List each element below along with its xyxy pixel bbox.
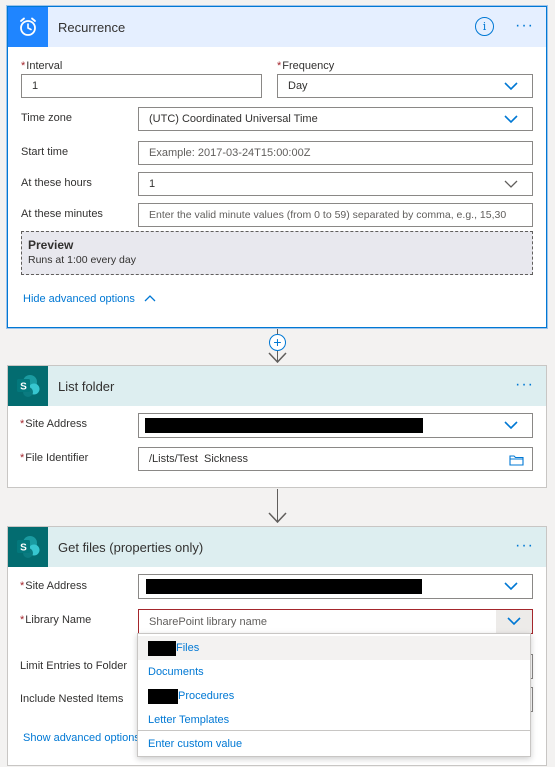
redacted-value [148, 640, 176, 656]
list-folder-title: List folder [58, 378, 115, 394]
dropdown-option[interactable]: Letter Templates [138, 708, 530, 732]
get-files-title: Get files (properties only) [58, 539, 204, 555]
hours-label: At these hours [21, 177, 92, 189]
minutes-input[interactable]: Enter the valid minute values (from 0 to… [138, 203, 533, 227]
enter-custom-value-option[interactable]: Enter custom value [138, 732, 530, 756]
chevron-down-icon[interactable] [504, 114, 518, 124]
divider [138, 730, 530, 731]
add-step-icon[interactable]: + [269, 334, 286, 351]
library-name-placeholder: SharePoint library name [149, 615, 268, 628]
chevron-down-icon[interactable] [504, 179, 518, 189]
dropdown-option[interactable]: Procedures [138, 684, 530, 708]
preview-body: Runs at 1:00 every day [28, 254, 136, 266]
info-icon[interactable]: i [475, 17, 494, 36]
recurrence-card[interactable]: Recurrence i ··· *Interval 1 *Frequency … [7, 6, 547, 328]
minutes-placeholder: Enter the valid minute values (from 0 to… [149, 209, 507, 221]
minutes-label: At these minutes [21, 208, 103, 220]
library-name-select[interactable]: SharePoint library name [138, 609, 533, 634]
dropdown-option[interactable]: Files [138, 636, 530, 660]
timezone-label: Time zone [21, 112, 72, 124]
redacted-value [146, 579, 422, 594]
arrow-down-icon [268, 352, 287, 364]
redacted-value [145, 418, 423, 433]
timezone-select[interactable]: (UTC) Coordinated Universal Time [138, 107, 533, 131]
sharepoint-icon: S [8, 527, 48, 567]
list-folder-card[interactable]: S List folder ··· *Site Address *File Id… [7, 365, 547, 488]
preview-title: Preview [28, 238, 74, 252]
sharepoint-icon: S [8, 366, 48, 406]
library-name-label: *Library Name [20, 614, 92, 626]
more-options-icon[interactable]: ··· [515, 17, 534, 35]
include-nested-label: Include Nested Items [20, 693, 124, 705]
start-time-input[interactable]: Example: 2017-03-24T15:00:00Z [138, 141, 533, 165]
start-time-placeholder: Example: 2017-03-24T15:00:00Z [149, 147, 311, 159]
chevron-down-icon[interactable] [504, 581, 518, 591]
interval-value: 1 [32, 80, 39, 92]
file-identifier-label: *File Identifier [20, 452, 89, 464]
limit-entries-label: Limit Entries to Folder [20, 660, 127, 672]
svg-text:S: S [20, 543, 27, 554]
site-address-label: *Site Address [20, 418, 88, 430]
site-address-select[interactable] [138, 574, 533, 599]
more-options-icon[interactable]: ··· [515, 537, 534, 555]
hours-value: 1 [149, 178, 156, 190]
recurrence-title: Recurrence [58, 19, 126, 35]
file-identifier-value: /Lists/Test Sickness [149, 453, 249, 465]
site-address-label: *Site Address [20, 580, 88, 592]
chevron-down-icon[interactable] [504, 81, 518, 91]
frequency-select[interactable]: Day [277, 74, 533, 98]
timezone-value: (UTC) Coordinated Universal Time [149, 113, 318, 125]
preview-box: Preview Runs at 1:00 every day [21, 231, 533, 275]
list-folder-header[interactable]: S List folder ··· [8, 366, 546, 406]
hide-advanced-options-link[interactable]: Hide advanced options [23, 293, 156, 305]
interval-input[interactable]: 1 [21, 74, 262, 98]
chevron-down-icon[interactable] [507, 616, 521, 626]
start-time-label: Start time [21, 146, 69, 158]
site-address-select[interactable] [138, 413, 533, 438]
chevron-up-icon [144, 295, 156, 302]
svg-text:S: S [20, 382, 27, 393]
show-advanced-options-link[interactable]: Show advanced options [23, 732, 140, 744]
library-name-dropdown[interactable]: Files Documents Procedures Letter Templa… [137, 633, 531, 757]
alarm-clock-icon [8, 7, 48, 47]
recurrence-header[interactable]: Recurrence i ··· [8, 7, 546, 47]
folder-icon[interactable] [509, 454, 524, 466]
dropdown-option[interactable]: Documents [138, 660, 530, 684]
frequency-label: *Frequency [277, 60, 335, 72]
arrow-down-icon [268, 512, 287, 524]
interval-label: *Interval [21, 60, 63, 72]
dropdown-toggle[interactable] [496, 610, 532, 633]
more-options-icon[interactable]: ··· [515, 376, 534, 394]
chevron-down-icon[interactable] [504, 420, 518, 430]
redacted-value [148, 688, 178, 704]
frequency-value: Day [288, 80, 308, 92]
file-identifier-input[interactable]: /Lists/Test Sickness [138, 447, 533, 471]
hours-select[interactable]: 1 [138, 172, 533, 196]
get-files-header[interactable]: S Get files (properties only) ··· [8, 527, 546, 567]
